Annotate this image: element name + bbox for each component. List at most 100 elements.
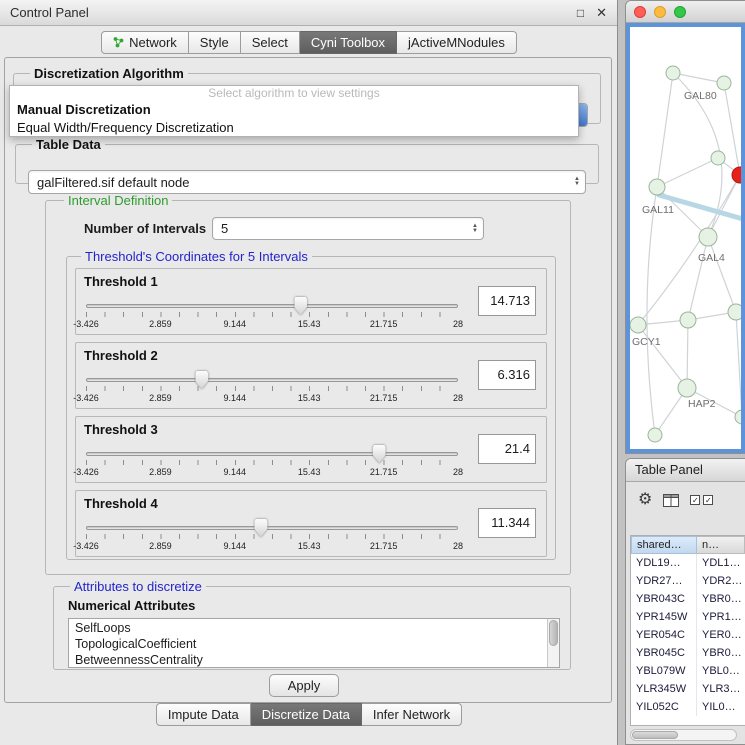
table-cell[interactable]: YPR1… [697, 608, 745, 626]
network-node[interactable] [711, 151, 725, 165]
window-minimize-light[interactable] [654, 6, 666, 18]
network-node[interactable] [735, 410, 743, 424]
network-node[interactable] [699, 228, 717, 246]
number-of-intervals-row: Number of Intervals 5 ▲ ▼ [84, 217, 556, 240]
attributes-group-label: Attributes to discretize [70, 579, 206, 594]
table-row[interactable]: YDR27…YDR2… [631, 572, 745, 590]
tab-style[interactable]: Style [189, 31, 241, 54]
threshold-slider[interactable]: -3.4262.8599.14415.4321.71528 [86, 295, 458, 333]
attribute-item-selfloops[interactable]: SelfLoops [75, 620, 559, 636]
table-cell[interactable]: YER054C [631, 626, 697, 644]
table-cell[interactable]: YBL0… [697, 662, 745, 680]
network-node[interactable] [630, 317, 646, 333]
threshold-value-input[interactable]: 14.713 [478, 286, 536, 316]
number-of-intervals-select[interactable]: 5 ▲ ▼ [212, 217, 484, 240]
table-cell[interactable]: YIL0… [697, 698, 745, 716]
table-cell[interactable]: YBR045C [631, 644, 697, 662]
threshold-value-input[interactable]: 21.4 [478, 434, 536, 464]
table-row[interactable]: YIL052CYIL0… [631, 698, 745, 716]
attributes-list-items: SelfLoopsTopologicalCoefficientBetweenne… [69, 619, 559, 668]
gear-icon[interactable]: ⚙ [638, 492, 652, 508]
select-columns-icon[interactable]: ✓ ✓ [690, 495, 713, 505]
network-node[interactable] [648, 428, 662, 442]
table-cell[interactable]: YER0… [697, 626, 745, 644]
tab-discretize-data[interactable]: Discretize Data [251, 703, 362, 726]
tab-cyni-toolbox[interactable]: Cyni Toolbox [300, 31, 397, 54]
tick-label: 2.859 [149, 467, 172, 477]
table-cell[interactable]: YPR145W [631, 608, 697, 626]
column-header-shared-name[interactable]: shared… [631, 536, 697, 554]
tick-label: 21.715 [370, 467, 398, 477]
network-node[interactable] [649, 179, 665, 195]
node-label: GAL11 [642, 204, 674, 216]
table-row[interactable]: YBR045CYBR0… [631, 644, 745, 662]
popup-option-equal-width-frequency[interactable]: Equal Width/Frequency Discretization [10, 119, 578, 137]
slider-track[interactable] [86, 452, 458, 456]
table-cell[interactable]: YBL079W [631, 662, 697, 680]
tick-label: 28 [453, 541, 463, 551]
threshold-box: Threshold 4 -3.4262.8599.14415.4321.7152… [75, 490, 547, 557]
network-canvas[interactable]: GAL80GAL11GAL4GCY1HAP2 [626, 23, 745, 453]
table-cell[interactable]: YDR2… [697, 572, 745, 590]
network-node[interactable] [717, 76, 731, 90]
scrollbar-thumb[interactable] [632, 731, 678, 739]
slider-tick-labels: -3.4262.8599.14415.4321.71528 [86, 319, 458, 330]
attribute-item-topologicalcoefficient[interactable]: TopologicalCoefficient [75, 636, 559, 652]
threshold-slider[interactable]: -3.4262.8599.14415.4321.71528 [86, 517, 458, 555]
table-cell[interactable]: YDR27… [631, 572, 697, 590]
table-row[interactable]: YBR043CYBR0… [631, 590, 745, 608]
columns-icon[interactable] [663, 494, 679, 507]
window-close-light[interactable] [634, 6, 646, 18]
table-panel-window: Table Panel ⚙ ✓ ✓ shared… n… YDL19…YDL1…… [625, 458, 745, 745]
table-row[interactable]: YER054CYER0… [631, 626, 745, 644]
table-data-select[interactable]: galFiltered.sif default node ▲ ▼ [28, 170, 586, 194]
network-node[interactable] [680, 312, 696, 328]
close-icon[interactable]: ✕ [596, 5, 607, 21]
slider-tick-labels: -3.4262.8599.14415.4321.71528 [86, 393, 458, 404]
table-cell[interactable]: YBR0… [697, 590, 745, 608]
column-header-name[interactable]: n… [697, 536, 745, 554]
tab-network[interactable]: Network [101, 31, 189, 54]
threshold-slider[interactable]: -3.4262.8599.14415.4321.71528 [86, 443, 458, 481]
attribute-item-betweennesscentrality[interactable]: BetweennessCentrality [75, 652, 559, 668]
table-row[interactable]: YDL19…YDL1… [631, 554, 745, 572]
list-scrollbar[interactable] [547, 619, 559, 667]
table-cell[interactable]: YLR345W [631, 680, 697, 698]
scrollbar-thumb[interactable] [549, 620, 558, 646]
tab-label: Style [200, 35, 229, 50]
table-cell[interactable]: YLR3… [697, 680, 745, 698]
network-node[interactable] [678, 379, 696, 397]
threshold-box: Threshold 3 -3.4262.8599.14415.4321.7152… [75, 416, 547, 483]
apply-button[interactable]: Apply [269, 674, 339, 697]
threshold-value-input[interactable]: 6.316 [478, 360, 536, 390]
tick-label: 21.715 [370, 541, 398, 551]
network-node[interactable] [728, 304, 743, 320]
table-row[interactable]: YLR345WYLR3… [631, 680, 745, 698]
tab-jactivemnodules[interactable]: jActiveMNodules [397, 31, 517, 54]
table-cell[interactable]: YBR0… [697, 644, 745, 662]
tab-infer-network[interactable]: Infer Network [362, 703, 462, 726]
slider-track[interactable] [86, 304, 458, 308]
network-node-selected[interactable] [732, 167, 743, 183]
slider-track[interactable] [86, 378, 458, 382]
network-window: GAL80GAL11GAL4GCY1HAP2 [625, 0, 745, 454]
threshold-slider[interactable]: -3.4262.8599.14415.4321.71528 [86, 369, 458, 407]
table-row[interactable]: YPR145WYPR1… [631, 608, 745, 626]
network-node[interactable] [666, 66, 680, 80]
window-zoom-light[interactable] [674, 6, 686, 18]
table-row[interactable]: YBL079WYBL0… [631, 662, 745, 680]
threshold-label: Threshold 1 [84, 274, 158, 289]
horizontal-scrollbar[interactable] [630, 729, 737, 741]
table-cell[interactable]: YBR043C [631, 590, 697, 608]
table-cell[interactable]: YIL052C [631, 698, 697, 716]
threshold-value-input[interactable]: 11.344 [478, 508, 536, 538]
tab-impute-data[interactable]: Impute Data [156, 703, 251, 726]
table-cell[interactable]: YDL1… [697, 554, 745, 572]
table-cell[interactable]: YDL19… [631, 554, 697, 572]
slider-track[interactable] [86, 526, 458, 530]
popup-option-manual-discretization[interactable]: Manual Discretization [10, 101, 578, 119]
network-edge [657, 73, 673, 187]
tab-select[interactable]: Select [241, 31, 300, 54]
minimize-icon[interactable]: □ [577, 6, 584, 20]
attributes-list[interactable]: SelfLoopsTopologicalCoefficientBetweenne… [68, 618, 560, 668]
